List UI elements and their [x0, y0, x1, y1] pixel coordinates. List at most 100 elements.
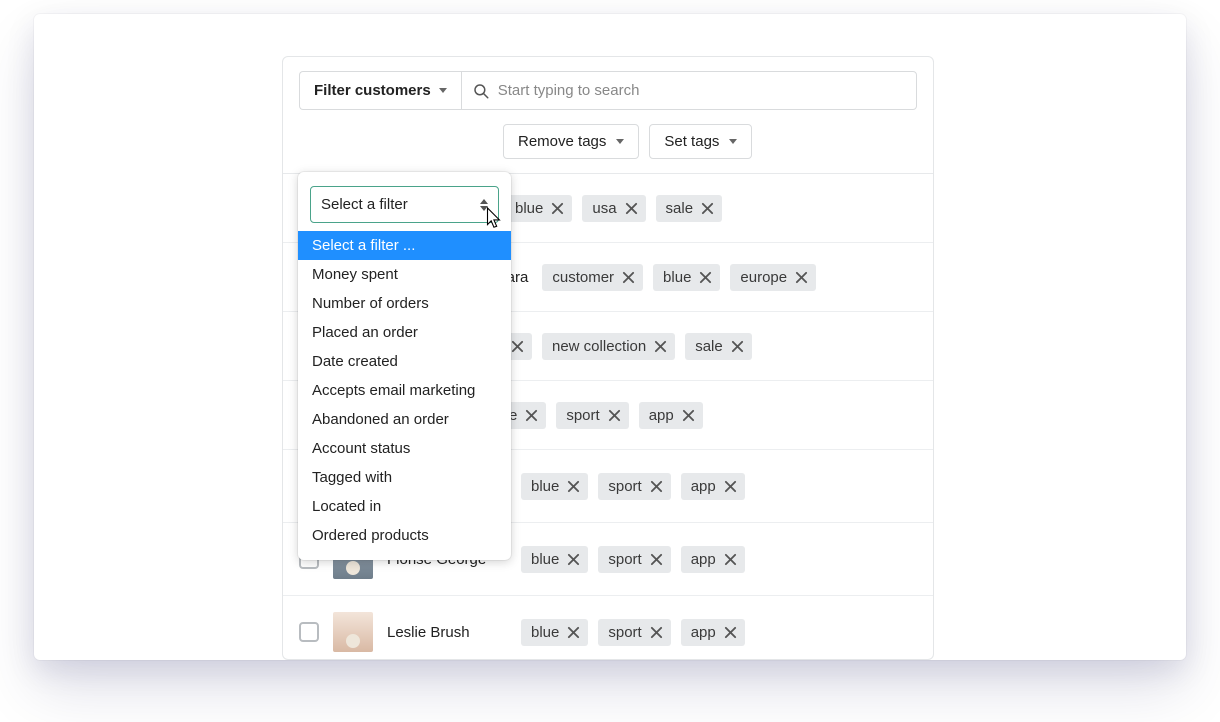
tag: new collection: [542, 333, 675, 360]
search-icon: [472, 82, 490, 100]
filter-option[interactable]: Date created: [298, 347, 511, 376]
remove-tag-icon[interactable]: [525, 409, 538, 422]
tag-label: sport: [608, 624, 641, 641]
tag: sport: [556, 402, 628, 429]
tag-label: sale: [695, 338, 723, 355]
customer-name: Leslie Brush: [387, 624, 507, 641]
filter-option[interactable]: Account status: [298, 434, 511, 463]
bulk-actions-row: Remove tags Set tags: [283, 124, 933, 174]
tags: blue usa sale: [505, 195, 722, 222]
search-input[interactable]: [498, 82, 906, 99]
remove-tags-label: Remove tags: [518, 133, 606, 150]
tag-partial: e: [505, 402, 546, 429]
remove-tag-icon[interactable]: [551, 202, 564, 215]
tag: customer: [542, 264, 643, 291]
tag-label: blue: [663, 269, 691, 286]
remove-tag-icon[interactable]: [567, 480, 580, 493]
tag-label: app: [691, 478, 716, 495]
tag: blue: [505, 195, 572, 222]
tags: new collection sale: [505, 333, 752, 360]
tags: blue sport app: [521, 619, 745, 646]
topbar: Filter customers: [283, 57, 933, 124]
tag: sale: [685, 333, 752, 360]
remove-tags-button[interactable]: Remove tags: [503, 124, 639, 159]
remove-tag-icon[interactable]: [650, 626, 663, 639]
filter-option[interactable]: Accepts email marketing: [298, 376, 511, 405]
remove-tag-icon[interactable]: [724, 553, 737, 566]
tag-label: sport: [608, 478, 641, 495]
caret-down-icon: [616, 139, 624, 144]
tag-label: app: [691, 624, 716, 641]
tag: usa: [582, 195, 645, 222]
tag: blue: [521, 619, 588, 646]
caret-down-icon: [439, 88, 447, 93]
tag-label: europe: [740, 269, 787, 286]
tag-label: blue: [531, 624, 559, 641]
tag-label: blue: [515, 200, 543, 217]
filter-option[interactable]: Placed an order: [298, 318, 511, 347]
tag-label: blue: [531, 551, 559, 568]
filter-customers-label: Filter customers: [314, 82, 431, 99]
tag-label: app: [649, 407, 674, 424]
tag: sale: [656, 195, 723, 222]
set-tags-label: Set tags: [664, 133, 719, 150]
tag: app: [681, 619, 745, 646]
hidden-action-placeholder: [299, 124, 493, 159]
remove-tag-icon[interactable]: [724, 480, 737, 493]
tags: customer blue europe: [542, 264, 816, 291]
tag: blue: [521, 546, 588, 573]
remove-tag-icon[interactable]: [795, 271, 808, 284]
remove-tag-icon[interactable]: [731, 340, 744, 353]
tag-label: blue: [531, 478, 559, 495]
row-checkbox[interactable]: [299, 622, 319, 642]
tag-label: sport: [608, 551, 641, 568]
tag-label: customer: [552, 269, 614, 286]
avatar: [333, 612, 373, 652]
remove-tag-icon[interactable]: [724, 626, 737, 639]
remove-tag-icon[interactable]: [622, 271, 635, 284]
remove-tag-icon[interactable]: [567, 553, 580, 566]
tag-label: usa: [592, 200, 616, 217]
tag-label: app: [691, 551, 716, 568]
tag-label: new collection: [552, 338, 646, 355]
tag: app: [639, 402, 703, 429]
remove-tag-icon[interactable]: [701, 202, 714, 215]
filter-customers-button[interactable]: Filter customers: [299, 71, 461, 110]
tag-label: sale: [666, 200, 694, 217]
filter-option[interactable]: Abandoned an order: [298, 405, 511, 434]
filter-select[interactable]: Select a filter: [310, 186, 499, 223]
remove-tag-icon[interactable]: [625, 202, 638, 215]
remove-tag-icon[interactable]: [511, 340, 524, 353]
remove-tag-icon[interactable]: [682, 409, 695, 422]
app-card: Filter customers Remove tags Set tags: [34, 14, 1186, 660]
tag: sport: [598, 619, 670, 646]
filter-option[interactable]: Located in: [298, 492, 511, 521]
filter-option[interactable]: Tagged with: [298, 463, 511, 492]
tag: app: [681, 546, 745, 573]
filter-dropdown-panel: Select a filter Select a filter ...Money…: [298, 172, 511, 560]
remove-tag-icon[interactable]: [567, 626, 580, 639]
filter-option[interactable]: Select a filter ...: [298, 231, 511, 260]
remove-tag-icon[interactable]: [699, 271, 712, 284]
tag: europe: [730, 264, 816, 291]
filter-option[interactable]: Number of orders: [298, 289, 511, 318]
filter-option[interactable]: Ordered products: [298, 521, 511, 550]
remove-tag-icon[interactable]: [608, 409, 621, 422]
filter-options-list: Select a filter ...Money spentNumber of …: [298, 229, 511, 550]
remove-tag-icon[interactable]: [654, 340, 667, 353]
set-tags-button[interactable]: Set tags: [649, 124, 752, 159]
filter-select-label: Select a filter: [321, 196, 408, 213]
tag: blue: [653, 264, 720, 291]
tags: blue sport app: [521, 546, 745, 573]
tag: app: [681, 473, 745, 500]
stepper-icon: [480, 199, 488, 211]
tag: sport: [598, 473, 670, 500]
caret-down-icon: [729, 139, 737, 144]
tag: sport: [598, 546, 670, 573]
remove-tag-icon[interactable]: [650, 553, 663, 566]
tags: esport app: [505, 402, 703, 429]
filter-option[interactable]: Money spent: [298, 260, 511, 289]
remove-tag-icon[interactable]: [650, 480, 663, 493]
search-field[interactable]: [461, 71, 917, 110]
customer-row: Leslie Brush blue sport app: [283, 596, 933, 660]
